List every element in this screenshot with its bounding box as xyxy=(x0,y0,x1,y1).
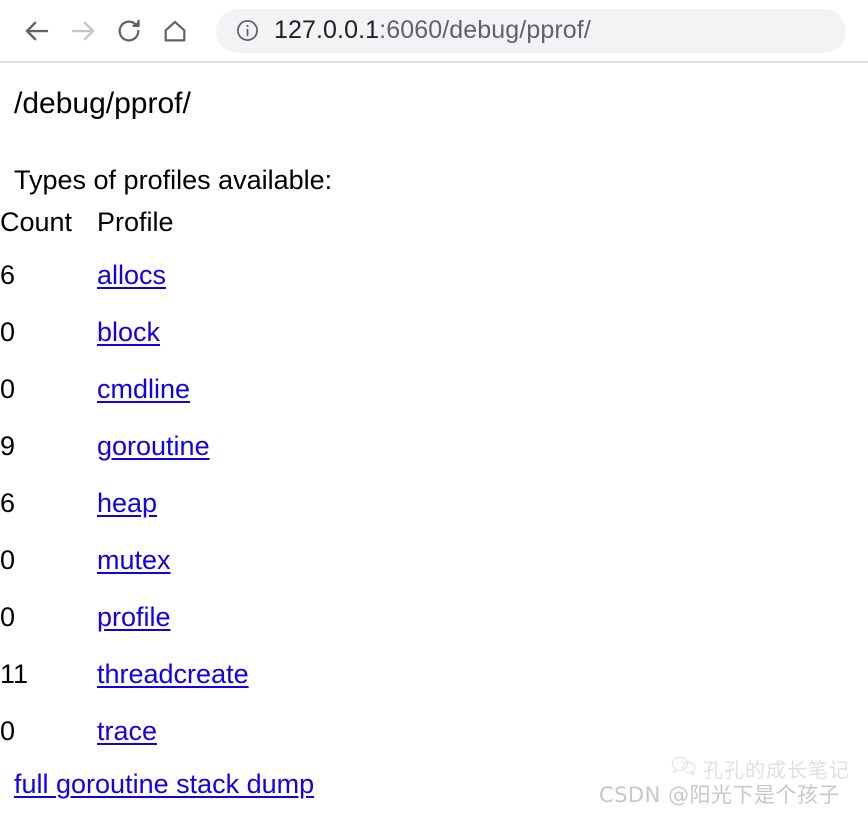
info-circle-icon[interactable] xyxy=(234,18,260,44)
profile-count: 0 xyxy=(0,716,16,747)
home-icon xyxy=(161,17,189,45)
table-row: 0 mutex xyxy=(0,534,249,591)
forward-arrow-icon xyxy=(68,16,98,46)
profile-link-cell: heap xyxy=(97,477,249,534)
table-row: 9 goroutine xyxy=(0,420,249,477)
profile-link-cell: trace xyxy=(97,705,249,762)
full-dump-row: full goroutine stack dump xyxy=(0,762,868,800)
profile-count: 0 xyxy=(0,317,16,348)
profile-link-allocs[interactable]: allocs xyxy=(97,260,166,290)
back-arrow-icon xyxy=(22,16,52,46)
profile-link-cell: mutex xyxy=(97,534,249,591)
profile-link-block[interactable]: block xyxy=(97,317,160,347)
profile-count: 6 xyxy=(0,260,16,291)
profile-count: 6 xyxy=(0,488,16,519)
profile-link-trace[interactable]: trace xyxy=(97,716,157,746)
reload-button[interactable] xyxy=(106,8,152,54)
table-row: 6 allocs xyxy=(0,249,249,306)
profile-link-cell: threadcreate xyxy=(97,648,249,705)
home-button[interactable] xyxy=(152,8,198,54)
url-path: :6060/debug/pprof/ xyxy=(379,16,591,44)
table-header-row: Count Profile xyxy=(0,196,249,249)
profile-link-goroutine[interactable]: goroutine xyxy=(97,431,210,461)
page-title: /debug/pprof/ xyxy=(14,87,191,120)
profile-count: 9 xyxy=(0,431,16,462)
back-button[interactable] xyxy=(14,8,60,54)
profiles-table: Count Profile 6 allocs 0 block 0 cmdline xyxy=(0,196,249,762)
forward-button[interactable] xyxy=(60,8,106,54)
table-row: 0 trace xyxy=(0,705,249,762)
table-row: 6 heap xyxy=(0,477,249,534)
table-row: 11 threadcreate xyxy=(0,648,249,705)
url-host: 127.0.0.1 xyxy=(274,16,380,44)
full-goroutine-stack-dump-link[interactable]: full goroutine stack dump xyxy=(14,768,314,800)
count-column-header: Count xyxy=(0,207,73,238)
table-row: 0 cmdline xyxy=(0,363,249,420)
profile-link-heap[interactable]: heap xyxy=(97,488,157,518)
profile-link-cell: cmdline xyxy=(97,363,249,420)
pprof-page: /debug/pprof/ Types of profiles availabl… xyxy=(0,63,868,816)
profile-link-mutex[interactable]: mutex xyxy=(97,545,171,575)
browser-toolbar: 127.0.0.1:6060/debug/pprof/ xyxy=(0,0,868,63)
table-row: 0 profile xyxy=(0,591,249,648)
profiles-table-body: Count Profile 6 allocs 0 block 0 cmdline xyxy=(0,196,249,762)
url-text: 127.0.0.1:6060/debug/pprof/ xyxy=(274,18,591,43)
profile-link-cell: goroutine xyxy=(97,420,249,477)
profile-link-profile[interactable]: profile xyxy=(97,602,171,632)
profile-link-cell: profile xyxy=(97,591,249,648)
profile-link-threadcreate[interactable]: threadcreate xyxy=(97,659,249,689)
table-row: 0 block xyxy=(0,306,249,363)
profile-link-cell: allocs xyxy=(97,249,249,306)
profile-column-header: Profile xyxy=(97,207,174,238)
profile-count: 0 xyxy=(0,602,16,633)
profile-link-cell: block xyxy=(97,306,249,363)
profiles-available-label: Types of profiles available: xyxy=(14,165,333,195)
address-bar[interactable]: 127.0.0.1:6060/debug/pprof/ xyxy=(216,8,846,53)
profile-count: 0 xyxy=(0,545,16,576)
reload-icon xyxy=(115,17,143,45)
profile-count: 11 xyxy=(0,659,29,690)
profile-count: 0 xyxy=(0,374,16,405)
profile-link-cmdline[interactable]: cmdline xyxy=(97,374,190,404)
